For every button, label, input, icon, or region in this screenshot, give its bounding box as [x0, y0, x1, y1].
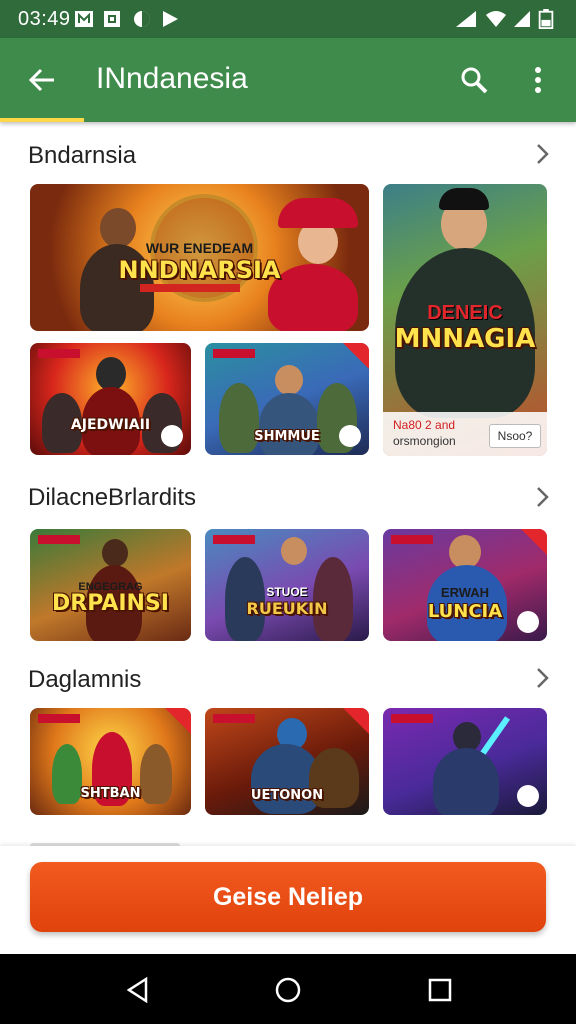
signal-icon: [456, 11, 476, 27]
chevron-right-icon[interactable]: [534, 143, 550, 165]
status-bar: 03:49: [0, 0, 576, 38]
card-badge: [38, 714, 80, 723]
card-badge: [213, 535, 255, 544]
cellular-icon: [514, 11, 530, 27]
game-card[interactable]: [383, 708, 547, 815]
play-icon: [339, 425, 361, 447]
card-subtitle: STUOE: [266, 585, 308, 599]
card-title: UETONON: [250, 788, 324, 803]
play-store-icon: [163, 11, 178, 27]
back-arrow-icon[interactable]: [28, 66, 56, 94]
section-title: Bndarnsia: [28, 142, 137, 169]
notification-icon: [75, 11, 93, 27]
app-bar: INndanesia: [0, 38, 576, 122]
card-badge: [213, 714, 255, 723]
card-title: SHTBAN: [80, 786, 141, 801]
price-badge: Nsoo?: [489, 424, 541, 448]
card-subtitle: WUR ENEDEAM: [145, 240, 254, 256]
card-badge: [38, 535, 80, 544]
section-title: Daglamnis: [28, 666, 142, 693]
corner-tag: [521, 529, 547, 555]
card-title: NNDNARSIA: [118, 256, 281, 284]
home-circle-icon[interactable]: [274, 976, 302, 1004]
card-badge: [391, 714, 433, 723]
card-subtitle: ERWAH: [440, 585, 490, 600]
game-card[interactable]: SHMMUE: [205, 343, 369, 455]
play-icon: [161, 425, 183, 447]
play-icon: [517, 611, 539, 633]
navigation-bar: [0, 954, 576, 1024]
back-triangle-icon[interactable]: [124, 976, 152, 1004]
game-card[interactable]: STUOE RUEUKIN: [205, 529, 369, 641]
corner-tag: [165, 708, 191, 734]
game-card-featured[interactable]: WUR ENEDEAM NNDNARSIA: [30, 184, 369, 331]
primary-action-button[interactable]: Geise Neliep: [30, 862, 546, 932]
active-tab-indicator: [0, 118, 84, 122]
card-title: RUEUKIN: [246, 599, 328, 618]
card-subtitle: DENEIC: [427, 302, 503, 324]
game-card[interactable]: SHTBAN: [30, 708, 191, 815]
chevron-right-icon[interactable]: [534, 486, 550, 508]
card-badge: [38, 349, 80, 358]
more-options-icon[interactable]: [530, 66, 546, 94]
card-caption: Na80 2 and: [393, 418, 456, 432]
card-title: DRPAINSI: [52, 591, 169, 616]
calendar-icon: [104, 11, 120, 27]
card-badge: [213, 349, 255, 358]
game-card[interactable]: ENGEGRAG DRPAINSI: [30, 529, 191, 641]
play-icon: [517, 785, 539, 807]
game-card[interactable]: ERWAH LUNCIA: [383, 529, 547, 641]
search-icon[interactable]: [460, 66, 488, 94]
status-time: 03:49: [18, 8, 71, 30]
corner-tag: [343, 343, 369, 369]
card-badge: [391, 535, 433, 544]
wifi-icon: [486, 11, 506, 27]
sync-icon: [134, 11, 150, 27]
game-card[interactable]: UETONON: [205, 708, 369, 815]
card-title: MNNAGIA: [394, 324, 536, 354]
recents-square-icon[interactable]: [426, 976, 454, 1004]
section-title: DilacneBrlardits: [28, 484, 197, 511]
battery-icon: [538, 9, 554, 29]
corner-tag: [343, 708, 369, 734]
chevron-right-icon[interactable]: [534, 667, 550, 689]
page-title: INndanesia: [96, 62, 248, 95]
game-card[interactable]: AJEDWIAII: [30, 343, 191, 455]
game-card-tall[interactable]: DENEIC MNNAGIA Na80 2 and orsmongion Nso…: [383, 184, 547, 456]
card-caption: orsmongion: [393, 434, 456, 448]
